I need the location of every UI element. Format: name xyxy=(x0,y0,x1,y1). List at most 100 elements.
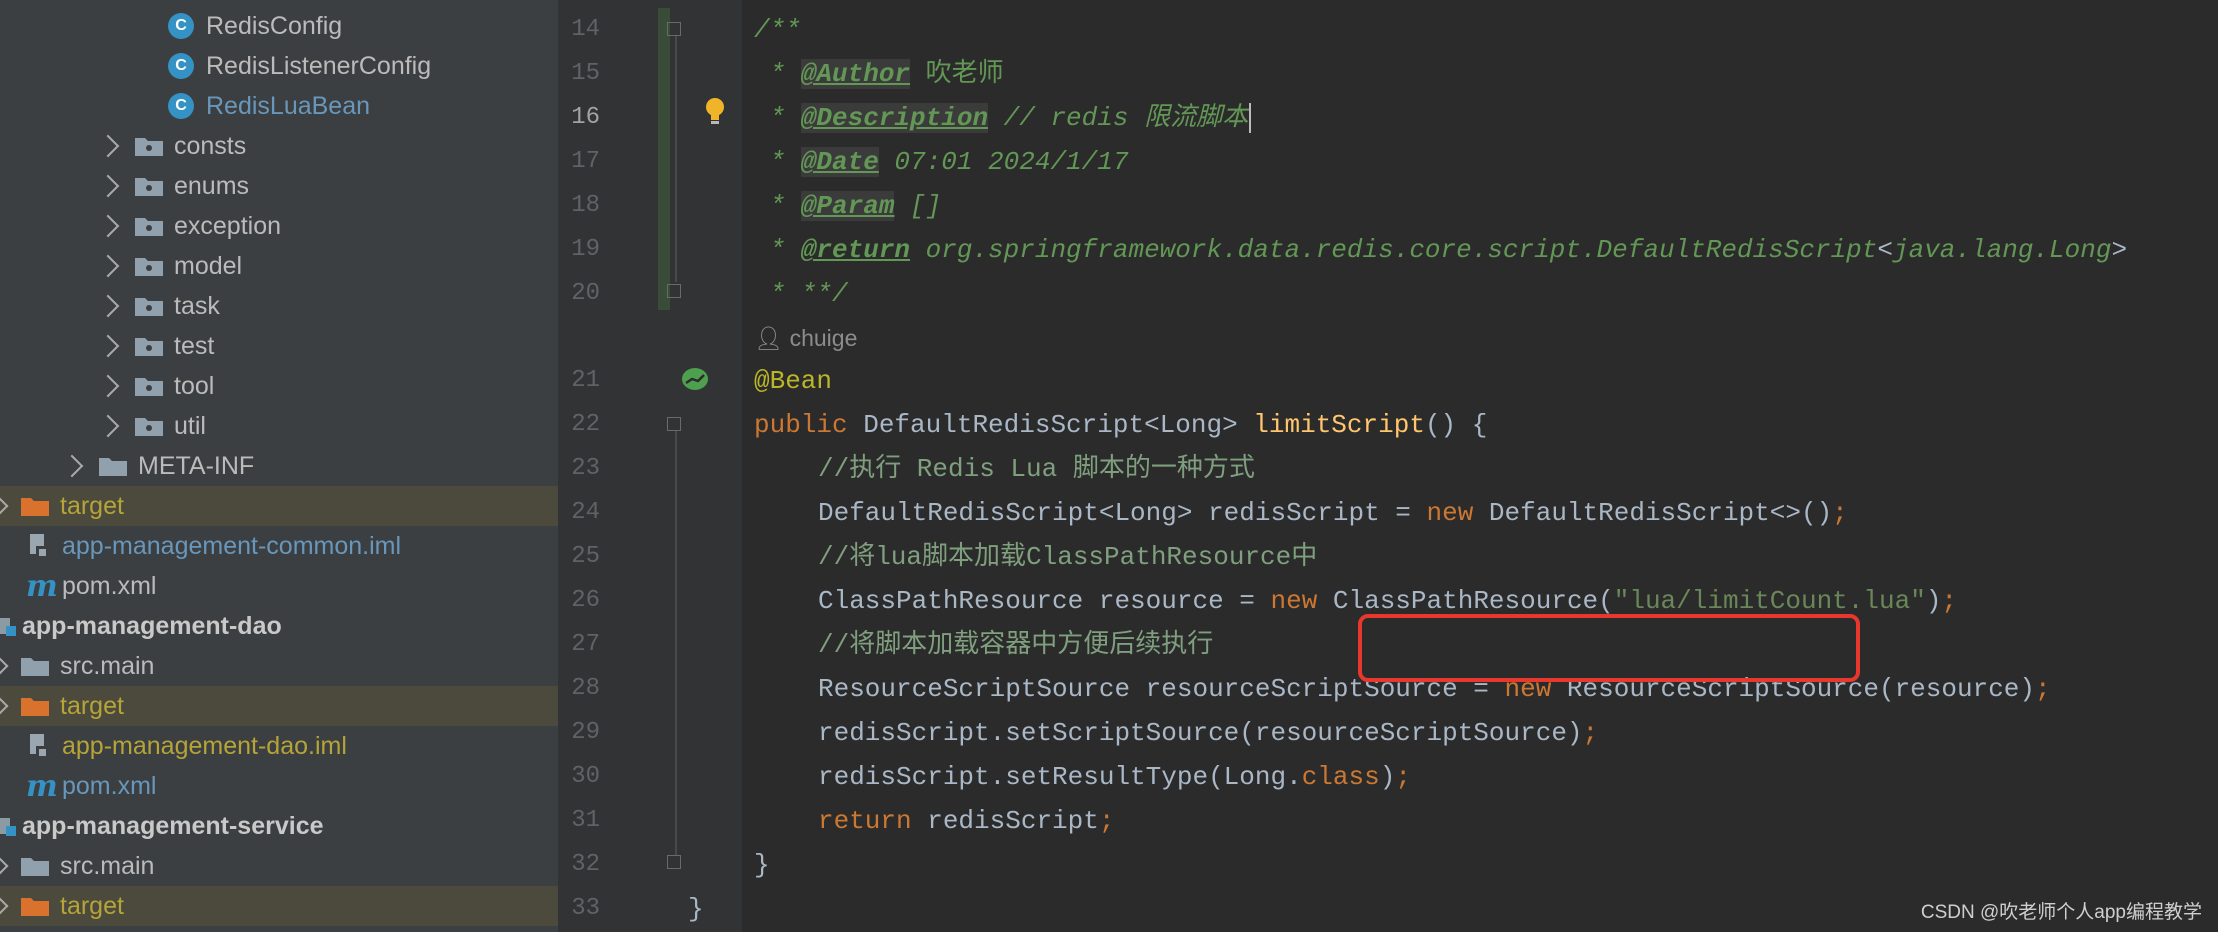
tree-item-pom[interactable]: m pom.xml xyxy=(0,766,558,806)
chevron-right-icon[interactable] xyxy=(96,374,120,398)
fold-guide xyxy=(675,36,677,282)
line-number: 21 xyxy=(571,367,600,394)
tree-item-redisluabean[interactable]: C RedisLuaBean xyxy=(0,86,558,126)
chevron-right-icon[interactable] xyxy=(0,697,9,715)
excluded-folder-icon xyxy=(20,495,50,517)
chevron-right-icon[interactable] xyxy=(96,254,120,278)
code-line-14: /** xyxy=(754,15,801,45)
chevron-right-icon[interactable] xyxy=(96,414,120,438)
tree-item-target[interactable]: target xyxy=(0,486,558,526)
tree-item-src-main[interactable]: src.main xyxy=(0,846,558,886)
tree-item-redislistenerconfig[interactable]: C RedisListenerConfig xyxy=(0,46,558,86)
class-icon: C xyxy=(168,53,194,79)
iml-file-icon xyxy=(28,732,50,760)
line-number: 32 xyxy=(571,851,600,878)
chevron-right-icon[interactable] xyxy=(0,497,9,515)
chevron-right-icon[interactable] xyxy=(96,334,120,358)
tree-item-consts[interactable]: consts xyxy=(0,126,558,166)
line-number: 18 xyxy=(571,192,600,219)
folder-icon xyxy=(20,855,50,877)
chevron-right-icon[interactable] xyxy=(96,294,120,318)
fold-marker[interactable] xyxy=(667,417,681,431)
module-icon xyxy=(0,814,18,838)
tree-item-redisconfig[interactable]: C RedisConfig xyxy=(0,6,558,46)
chevron-right-icon[interactable] xyxy=(60,454,84,478)
code-line-30: redisScript.setResultType(Long.class); xyxy=(818,762,1411,792)
tree-item-dao-iml[interactable]: app-management-dao.iml xyxy=(0,726,558,766)
folder-icon xyxy=(134,255,164,277)
fold-guide xyxy=(675,431,677,855)
chevron-right-icon[interactable] xyxy=(0,897,9,915)
line-number: 25 xyxy=(571,543,600,570)
user-icon: 👤︎ xyxy=(754,325,790,351)
line-number: 17 xyxy=(571,148,600,175)
code-line-32: } xyxy=(754,850,770,880)
tree-item-module-service[interactable]: app-management-service xyxy=(0,806,558,846)
code-line-31: return redisScript; xyxy=(818,806,1115,836)
tree-item-model[interactable]: model xyxy=(0,246,558,286)
tree-item-common-iml[interactable]: app-management-common.iml xyxy=(0,526,558,566)
tree-item-pom[interactable]: m pom.xml xyxy=(0,566,558,606)
code-line-18: * @Param [] xyxy=(754,191,942,221)
code-line-15: * @Author 吹老师 xyxy=(754,59,1004,89)
lightbulb-icon[interactable] xyxy=(702,96,728,126)
text-caret xyxy=(1249,103,1252,133)
tree-item-module-dao[interactable]: app-management-dao xyxy=(0,606,558,646)
line-number: 28 xyxy=(571,675,600,702)
folder-icon xyxy=(134,215,164,237)
chevron-right-icon[interactable] xyxy=(0,857,9,875)
vcs-change-marker[interactable] xyxy=(658,8,670,310)
line-number: 14 xyxy=(571,16,600,43)
class-icon: C xyxy=(168,13,194,39)
code-line-29: redisScript.setScriptSource(resourceScri… xyxy=(818,718,1599,748)
line-number: 22 xyxy=(571,411,600,438)
folder-icon xyxy=(98,455,128,477)
tree-item-meta-inf[interactable]: META-INF xyxy=(0,446,558,486)
code-line-23: //执行 Redis Lua 脚本的一种方式 xyxy=(818,454,1255,484)
excluded-folder-icon xyxy=(20,695,50,717)
folder-icon xyxy=(134,415,164,437)
line-number: 19 xyxy=(571,236,600,263)
tree-item-enums[interactable]: enums xyxy=(0,166,558,206)
bean-gutter-icon[interactable] xyxy=(680,365,710,393)
code-editor[interactable]: 14 15 16 17 18 19 20 21 22 23 24 25 26 2… xyxy=(558,0,2218,932)
chevron-right-icon[interactable] xyxy=(96,214,120,238)
fold-marker[interactable] xyxy=(667,22,681,36)
tree-item-task[interactable]: task xyxy=(0,286,558,326)
folder-icon xyxy=(134,375,164,397)
code-line-17: * @Date 07:01 2024/1/17 xyxy=(754,147,1129,177)
class-icon: C xyxy=(168,93,194,119)
code-author-hint[interactable]: 👤︎ chuige xyxy=(754,320,857,356)
line-number: 33 xyxy=(571,895,600,922)
line-number: 23 xyxy=(571,455,600,482)
module-icon xyxy=(0,614,18,638)
tree-item-exception[interactable]: exception xyxy=(0,206,558,246)
tree-item-tool[interactable]: tool xyxy=(0,366,558,406)
excluded-folder-icon xyxy=(20,895,50,917)
watermark: CSDN @吹老师个人app编程教学 xyxy=(1920,902,2202,923)
line-number: 27 xyxy=(571,631,600,658)
code-line-19: * @return org.springframework.data.redis… xyxy=(754,235,2128,265)
tree-item-util[interactable]: util xyxy=(0,406,558,446)
chevron-right-icon[interactable] xyxy=(96,174,120,198)
folder-icon xyxy=(134,175,164,197)
chevron-right-icon[interactable] xyxy=(96,134,120,158)
line-number: 26 xyxy=(571,587,600,614)
fold-marker[interactable] xyxy=(667,284,681,298)
line-number-gutter: 14 15 16 17 18 19 20 21 22 23 24 25 26 2… xyxy=(558,0,658,932)
tree-item-src-main[interactable]: src.main xyxy=(0,646,558,686)
code-line-27: //将脚本加载容器中方便后续执行 xyxy=(818,630,1214,660)
line-number: 29 xyxy=(571,719,600,746)
tree-item-target[interactable]: target xyxy=(0,686,558,726)
annotation-highlight-box xyxy=(1358,614,1860,682)
line-number: 15 xyxy=(571,60,600,87)
tree-item-target[interactable]: target xyxy=(0,886,558,926)
code-line-21: @Bean xyxy=(754,366,833,396)
chevron-right-icon[interactable] xyxy=(0,657,9,675)
tree-item-test[interactable]: test xyxy=(0,326,558,366)
fold-marker[interactable] xyxy=(667,855,681,869)
line-number-current: 16 xyxy=(571,104,600,131)
project-tree: C RedisConfig C RedisListenerConfig C Re… xyxy=(0,0,558,932)
line-number: 30 xyxy=(571,763,600,790)
iml-file-icon xyxy=(28,532,50,560)
